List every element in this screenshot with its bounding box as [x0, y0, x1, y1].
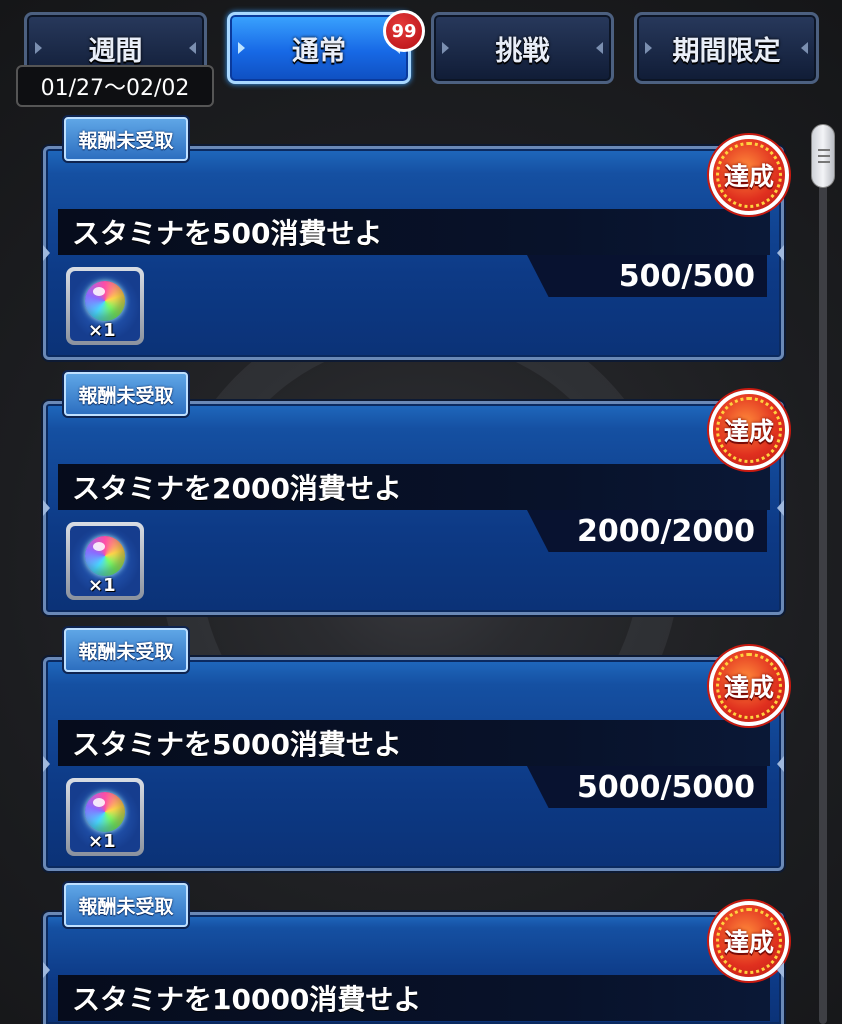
mission-progress: 5000/5000 — [527, 766, 767, 808]
reward-unclaimed-tag: 報酬未受取 — [64, 883, 188, 927]
mission-progress: 2000/2000 — [527, 510, 767, 552]
mission-card[interactable]: 報酬未受取 スタミナを500消費せよ 500/500 ×1 達成 — [43, 117, 789, 360]
mission-title: スタミナを2000消費せよ — [58, 464, 770, 510]
stars-icon — [716, 397, 782, 463]
reward-unclaimed-tag: 報酬未受取 — [64, 628, 188, 672]
reward-item[interactable]: ×1 — [66, 778, 144, 856]
achieved-stamp: 達成 — [709, 390, 789, 470]
tab-label: 期間限定 — [672, 35, 781, 67]
tab-challenge[interactable]: 挑戦 — [431, 12, 614, 84]
date-range-label: 01/27〜02/02 — [16, 65, 214, 107]
rainbow-orb-icon — [85, 792, 125, 832]
reward-item[interactable]: ×1 — [66, 522, 144, 600]
reward-unclaimed-tag: 報酬未受取 — [64, 117, 188, 161]
mission-card[interactable]: 報酬未受取 スタミナを10000消費せよ 達成 — [43, 883, 789, 1024]
notification-badge: 99 — [383, 10, 425, 52]
mission-card[interactable]: 報酬未受取 スタミナを5000消費せよ 5000/5000 ×1 達成 — [43, 628, 789, 871]
stars-icon — [716, 908, 782, 974]
tab-label: 挑戦 — [495, 35, 550, 67]
mission-card[interactable]: 報酬未受取 スタミナを2000消費せよ 2000/2000 ×1 達成 — [43, 372, 789, 615]
tab-limited-time[interactable]: 期間限定 — [634, 12, 819, 84]
reward-quantity: ×1 — [88, 575, 116, 596]
reward-quantity: ×1 — [88, 831, 116, 852]
scrollbar-track[interactable] — [819, 130, 827, 1024]
stars-icon — [716, 653, 782, 719]
achieved-stamp: 達成 — [709, 901, 789, 981]
rainbow-orb-icon — [85, 281, 125, 321]
achieved-stamp: 達成 — [709, 646, 789, 726]
reward-unclaimed-tag: 報酬未受取 — [64, 372, 188, 416]
tab-label: 週間 — [88, 35, 143, 67]
tab-label: 通常 — [292, 35, 346, 67]
reward-quantity: ×1 — [88, 320, 116, 341]
reward-item[interactable]: ×1 — [66, 267, 144, 345]
mission-title: スタミナを500消費せよ — [58, 209, 770, 255]
achieved-stamp: 達成 — [709, 135, 789, 215]
mission-title: スタミナを10000消費せよ — [58, 975, 770, 1021]
rainbow-orb-icon — [85, 536, 125, 576]
scrollbar-thumb[interactable] — [811, 124, 835, 188]
stars-icon — [716, 142, 782, 208]
mission-progress: 500/500 — [527, 255, 767, 297]
mission-title: スタミナを5000消費せよ — [58, 720, 770, 766]
